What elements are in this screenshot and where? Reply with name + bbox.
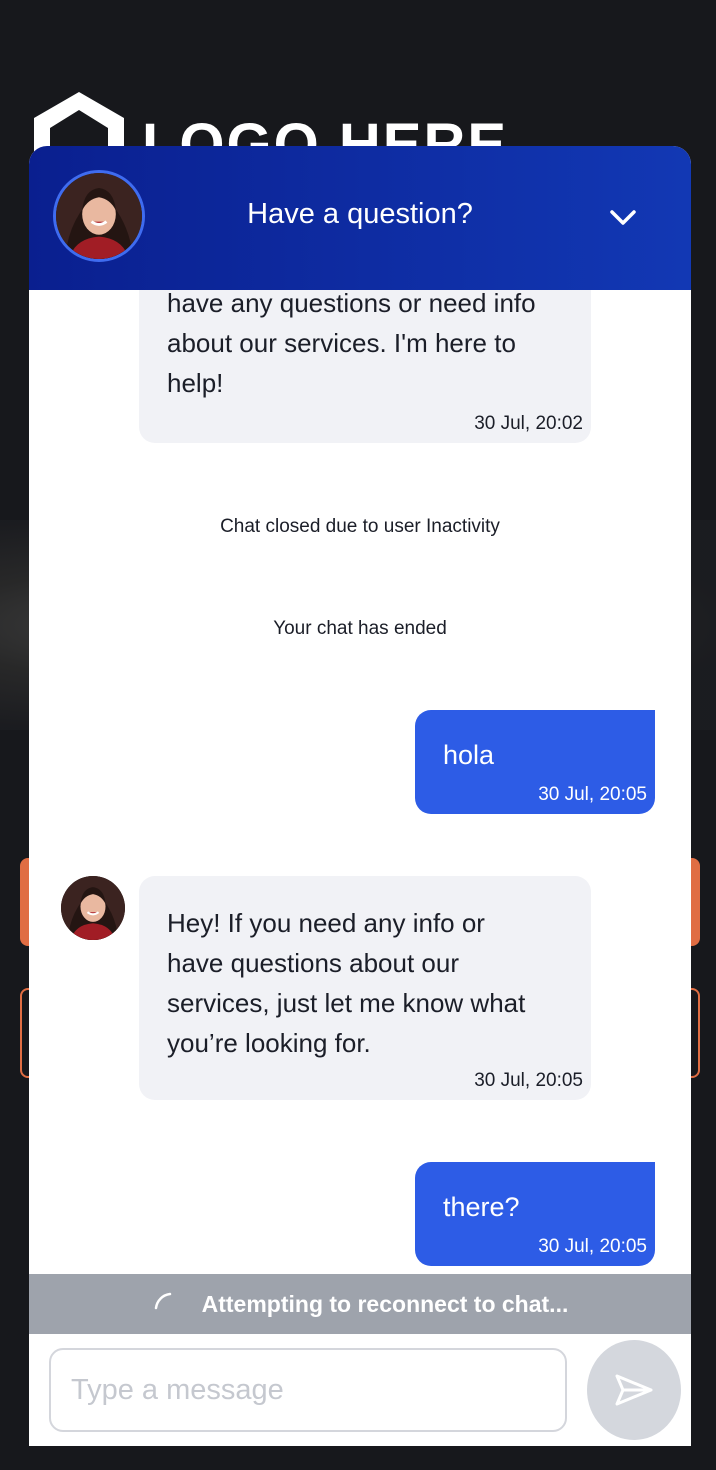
bot-message-text: have any questions or need info about ou… (139, 290, 591, 403)
message-line: have questions about our (167, 948, 459, 978)
system-message-ended: Your chat has ended (273, 618, 447, 639)
agent-avatar (61, 876, 125, 940)
message-input[interactable] (49, 1348, 567, 1432)
bot-message: have any questions or need info about ou… (139, 290, 591, 443)
message-line: about our services. I'm here to (167, 328, 516, 358)
send-icon (615, 1374, 653, 1406)
bot-message: Hey! If you need any info or have questi… (139, 876, 591, 1100)
user-message-text: there? (443, 1192, 520, 1222)
message-composer (29, 1334, 691, 1446)
chat-widget: Have a question? have any questions or n… (29, 146, 691, 1446)
reconnect-status-bar: Attempting to reconnect to chat... (29, 1274, 691, 1334)
message-timestamp: 30 Jul, 20:05 (538, 784, 647, 805)
chat-header: Have a question? (29, 146, 691, 290)
spinner-icon (154, 1292, 171, 1310)
message-timestamp: 30 Jul, 20:05 (474, 1070, 583, 1091)
message-line: help! (167, 368, 224, 398)
chevron-down-icon[interactable] (607, 204, 639, 232)
message-line: services, just let me know what (167, 988, 526, 1018)
message-line: Hey! If you need any info or (167, 908, 485, 938)
user-message-text: hola (443, 740, 495, 770)
send-button[interactable] (587, 1340, 681, 1440)
chat-title: Have a question? (247, 198, 473, 230)
message-timestamp: 30 Jul, 20:02 (474, 413, 583, 434)
bot-message-text: Hey! If you need any info or have questi… (139, 876, 591, 1063)
user-message: there? 30 Jul, 20:05 (415, 1162, 655, 1266)
agent-avatar (53, 170, 145, 262)
user-message: hola 30 Jul, 20:05 (415, 710, 655, 814)
reconnect-status-text: Attempting to reconnect to chat... (201, 1290, 569, 1317)
chat-messages[interactable]: have any questions or need info about ou… (29, 290, 691, 1274)
message-line: you’re looking for. (167, 1028, 371, 1058)
message-line: have any questions or need info (167, 290, 536, 318)
system-message-closed: Chat closed due to user Inactivity (220, 516, 500, 537)
message-timestamp: 30 Jul, 20:05 (538, 1236, 647, 1257)
